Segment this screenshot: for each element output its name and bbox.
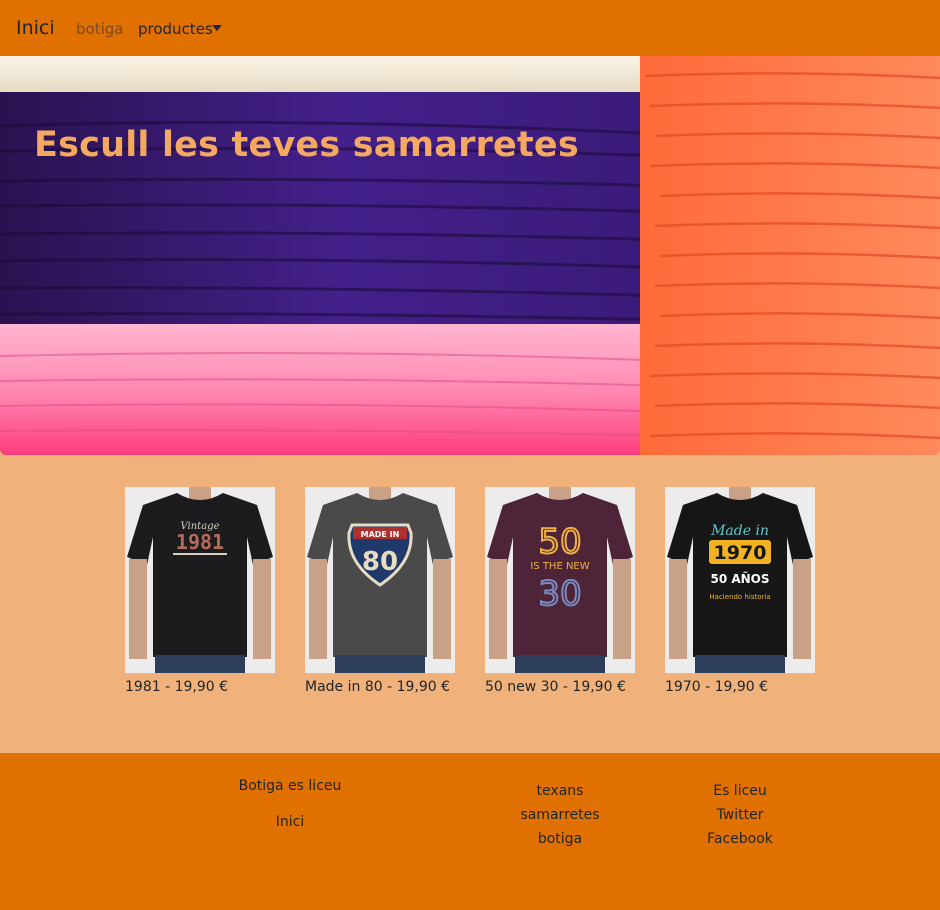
product-card[interactable]: 50 IS THE NEW 30 50 new 30 - 19,90 € (485, 487, 635, 697)
product-grid: Vintage 1981 1981 - 19,90 € MADE IN 80 M… (0, 455, 940, 753)
brand-link[interactable]: Inici (16, 16, 55, 40)
product-caption[interactable]: 50 new 30 - 19,90 € (485, 677, 635, 697)
svg-text:Haciendo historia: Haciendo historia (709, 593, 770, 601)
svg-text:Made in: Made in (710, 523, 769, 539)
footer-link-botiga-es-liceu[interactable]: Botiga es liceu (215, 774, 365, 798)
product-image[interactable]: 50 IS THE NEW 30 (485, 487, 635, 673)
nav-dropdown-productes[interactable]: productes (138, 19, 213, 39)
chevron-down-icon[interactable] (212, 25, 222, 31)
svg-text:50 AÑOS: 50 AÑOS (710, 571, 769, 586)
product-card[interactable]: MADE IN 80 Made in 80 - 19,90 € (305, 487, 455, 697)
product-card[interactable]: Vintage 1981 1981 - 19,90 € (125, 487, 275, 697)
product-caption[interactable]: Made in 80 - 19,90 € (305, 677, 455, 697)
footer-link-twitter[interactable]: Twitter (670, 803, 810, 827)
product-caption[interactable]: 1970 - 19,90 € (665, 677, 815, 697)
product-caption[interactable]: 1981 - 19,90 € (125, 677, 275, 697)
footer-link-botiga[interactable]: botiga (490, 827, 630, 851)
footer-col-main: Botiga es liceu Inici (215, 774, 365, 834)
navbar: Inici botiga productes (0, 0, 940, 56)
svg-text:50: 50 (538, 522, 581, 562)
product-image[interactable]: Made in 1970 50 AÑOS Haciendo historia (665, 487, 815, 673)
footer-link-facebook[interactable]: Facebook (670, 827, 810, 851)
svg-text:1970: 1970 (714, 542, 767, 564)
svg-text:1981: 1981 (176, 530, 224, 554)
nav-link-botiga[interactable]: botiga (76, 19, 123, 39)
svg-text:80: 80 (362, 547, 398, 577)
product-image[interactable]: MADE IN 80 (305, 487, 455, 673)
footer-link-inici[interactable]: Inici (215, 810, 365, 834)
footer-col-products: texans samarretes botiga (490, 779, 630, 851)
footer-link-texans[interactable]: texans (490, 779, 630, 803)
svg-text:IS THE NEW: IS THE NEW (530, 561, 589, 572)
hero-banner: Escull les teves samarretes (0, 56, 940, 455)
footer: Botiga es liceu Inici texans samarretes … (0, 753, 940, 910)
product-card[interactable]: Made in 1970 50 AÑOS Haciendo historia 1… (665, 487, 815, 697)
hero-tshirts-image (0, 56, 940, 455)
footer-link-samarretes[interactable]: samarretes (490, 803, 630, 827)
svg-text:MADE IN: MADE IN (361, 530, 400, 539)
svg-text:30: 30 (538, 574, 581, 614)
footer-col-social: Es liceu Twitter Facebook (670, 779, 810, 851)
hero-title: Escull les teves samarretes (34, 125, 579, 165)
product-image[interactable]: Vintage 1981 (125, 487, 275, 673)
footer-link-es-liceu[interactable]: Es liceu (670, 779, 810, 803)
